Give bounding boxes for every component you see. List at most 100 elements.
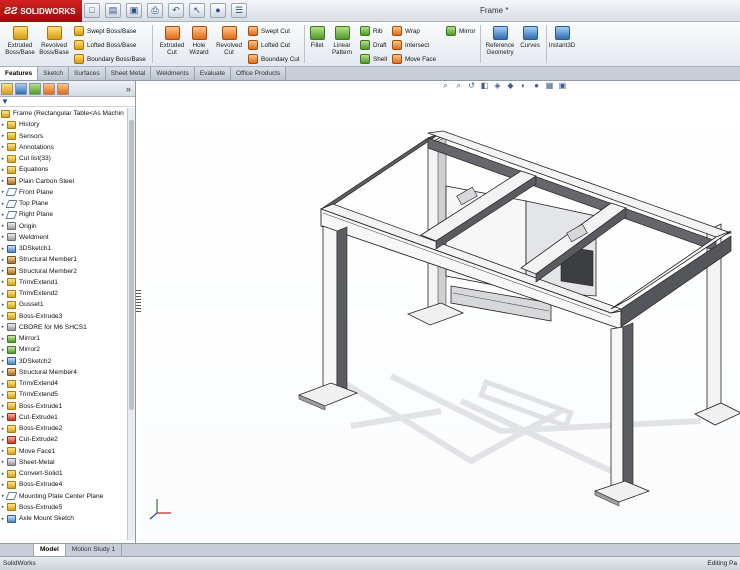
- tree-item[interactable]: ▸ Right Plane: [0, 209, 127, 220]
- expand-icon[interactable]: ▸: [0, 358, 6, 364]
- dimxpert-icon[interactable]: [43, 82, 55, 95]
- move-face-button[interactable]: Move Face: [392, 53, 436, 65]
- expand-icon[interactable]: ▸: [0, 167, 6, 173]
- tree-item[interactable]: ▸ Mirror1: [0, 333, 127, 344]
- expand-icon[interactable]: ▸: [0, 144, 6, 150]
- tree-item[interactable]: ▸ Convert-Solid1: [0, 468, 127, 479]
- tree-item[interactable]: ▸ Boss-Extrude1: [0, 401, 127, 412]
- tree-item[interactable]: ▸ Sheet-Metal: [0, 457, 127, 468]
- tree-scrollbar[interactable]: [127, 108, 135, 540]
- expand-icon[interactable]: ▸: [0, 437, 6, 443]
- expand-icon[interactable]: ▸: [0, 291, 6, 297]
- mirror-button[interactable]: Mirror: [446, 25, 475, 37]
- tree-item[interactable]: ▸ Gusset1: [0, 299, 127, 310]
- expand-icon[interactable]: ▸: [0, 459, 6, 465]
- tree-item[interactable]: ▸ 3DSketch1: [0, 243, 127, 254]
- reference-geometry-button[interactable]: Reference Geometry: [480, 25, 520, 56]
- expand-icon[interactable]: ▸: [0, 234, 6, 240]
- curves-button[interactable]: Curves: [516, 25, 544, 49]
- filter-icon[interactable]: ▼: [0, 97, 135, 107]
- tree-item[interactable]: ▸ Structural Member1: [0, 254, 127, 265]
- tree-item[interactable]: ▸ Sensors: [0, 131, 127, 142]
- expand-icon[interactable]: ▸: [0, 246, 6, 252]
- tree-item[interactable]: ▸ Plain Carbon Steel: [0, 176, 127, 187]
- tree-item[interactable]: ▸ CBORE for M6 SHCS1: [0, 322, 127, 333]
- tree-item[interactable]: ▸ Mounting Plate Center Plane: [0, 491, 127, 502]
- expand-icon[interactable]: ▸: [0, 347, 6, 353]
- expand-icon[interactable]: ▸: [0, 392, 6, 398]
- undo-icon[interactable]: ↶: [168, 3, 184, 18]
- configuration-manager-icon[interactable]: [29, 82, 41, 95]
- expand-icon[interactable]: ▸: [0, 516, 6, 522]
- instant3d-button[interactable]: Instant3D: [546, 25, 578, 49]
- tab-motion-study[interactable]: Motion Study 1: [66, 544, 123, 556]
- expand-icon[interactable]: ▸: [0, 122, 6, 128]
- graphics-area[interactable]: ⌕ ⌕ ↺ ◧ ◈ ◆ ◐ ● ▦ ▣: [141, 81, 740, 543]
- tree-item[interactable]: ▸ Origin: [0, 221, 127, 232]
- property-manager-icon[interactable]: [15, 82, 27, 95]
- expand-icon[interactable]: ▸: [0, 156, 6, 162]
- app-logo[interactable]: ƧƧ SOLIDWORKS: [0, 0, 82, 22]
- expand-icon[interactable]: ▸: [0, 504, 6, 510]
- expand-icon[interactable]: ▸: [0, 257, 6, 263]
- tree-item[interactable]: ▸ Boss-Extrude5: [0, 502, 127, 513]
- options-icon[interactable]: ☰: [231, 3, 247, 18]
- revolved-cut-button[interactable]: Revolved Cut: [212, 25, 246, 56]
- expand-icon[interactable]: ▸: [0, 414, 6, 420]
- save-icon[interactable]: ▣: [126, 3, 142, 18]
- expand-icon[interactable]: ▸: [0, 336, 6, 342]
- tab-features[interactable]: Features: [0, 67, 39, 80]
- print-icon[interactable]: ⎙: [147, 3, 163, 18]
- extruded-boss-button[interactable]: Extruded Boss/Base: [2, 25, 38, 56]
- tab-surfaces[interactable]: Surfaces: [68, 67, 106, 80]
- expand-icon[interactable]: ▸: [0, 133, 6, 139]
- wrap-button[interactable]: Wrap: [392, 25, 420, 37]
- lofted-boss-button[interactable]: Lofted Boss/Base: [74, 39, 136, 51]
- revolved-boss-button[interactable]: Revolved Boss/Base: [36, 25, 72, 56]
- tree-item[interactable]: ▸ History: [0, 119, 127, 130]
- expand-icon[interactable]: ▸: [0, 268, 6, 274]
- tree-item[interactable]: ▸ Annotations: [0, 142, 127, 153]
- scrollbar-thumb[interactable]: [129, 120, 134, 410]
- expand-icon[interactable]: ▸: [0, 178, 6, 184]
- expand-icon[interactable]: ▸: [0, 403, 6, 409]
- expand-icon[interactable]: ▸: [0, 223, 6, 229]
- feature-manager-icon[interactable]: [1, 82, 13, 95]
- rebuild-icon[interactable]: ●: [210, 3, 226, 18]
- expand-icon[interactable]: ▸: [0, 448, 6, 454]
- tree-item[interactable]: ▸ Boss-Extrude3: [0, 311, 127, 322]
- draft-button[interactable]: Draft: [360, 39, 387, 51]
- hole-wizard-button[interactable]: Hole Wizard: [184, 25, 214, 56]
- tree-item[interactable]: ▸ 3DSketch2: [0, 356, 127, 367]
- tab-scroll-arrows[interactable]: [0, 544, 34, 556]
- frame-3d-model[interactable]: [141, 81, 740, 543]
- swept-boss-button[interactable]: Swept Boss/Base: [74, 25, 136, 37]
- tree-item[interactable]: ▸ Front Plane: [0, 187, 127, 198]
- tree-item[interactable]: ▸ Axle Mount Sketch: [0, 513, 127, 524]
- tree-item[interactable]: ▸ Cut-Extrude1: [0, 412, 127, 423]
- tree-item[interactable]: ▸ Trim/Extend1: [0, 277, 127, 288]
- expand-icon[interactable]: ▸: [0, 471, 6, 477]
- boundary-boss-button[interactable]: Boundary Boss/Base: [74, 53, 146, 65]
- expand-icon[interactable]: ▸: [0, 426, 6, 432]
- new-file-icon[interactable]: □: [84, 3, 100, 18]
- expand-icon[interactable]: ▸: [0, 381, 6, 387]
- tree-item[interactable]: ▸ Trim/Extend2: [0, 288, 127, 299]
- tab-model[interactable]: Model: [34, 544, 66, 556]
- tree-item[interactable]: ▸ Cut list(33): [0, 153, 127, 164]
- intersect-button[interactable]: Intersect: [392, 39, 429, 51]
- expand-icon[interactable]: ▸: [0, 313, 6, 319]
- tab-sketch[interactable]: Sketch: [38, 67, 69, 80]
- tab-evaluate[interactable]: Evaluate: [194, 67, 232, 80]
- select-icon[interactable]: ↖: [189, 3, 205, 18]
- linear-pattern-button[interactable]: Linear Pattern: [328, 25, 356, 56]
- lofted-cut-button[interactable]: Lofted Cut: [248, 39, 290, 51]
- tree-item[interactable]: ▸ Trim/Extend5: [0, 389, 127, 400]
- boundary-cut-button[interactable]: Boundary Cut: [248, 53, 300, 65]
- tree-item[interactable]: ▸ Cut-Extrude2: [0, 434, 127, 445]
- tree-item[interactable]: ▸ Structural Member4: [0, 367, 127, 378]
- tab-weldments[interactable]: Weldments: [151, 67, 195, 80]
- tree-item[interactable]: ▸ Mirror2: [0, 344, 127, 355]
- expand-icon[interactable]: ▸: [0, 482, 6, 488]
- tree-item[interactable]: ▸ Boss-Extrude4: [0, 479, 127, 490]
